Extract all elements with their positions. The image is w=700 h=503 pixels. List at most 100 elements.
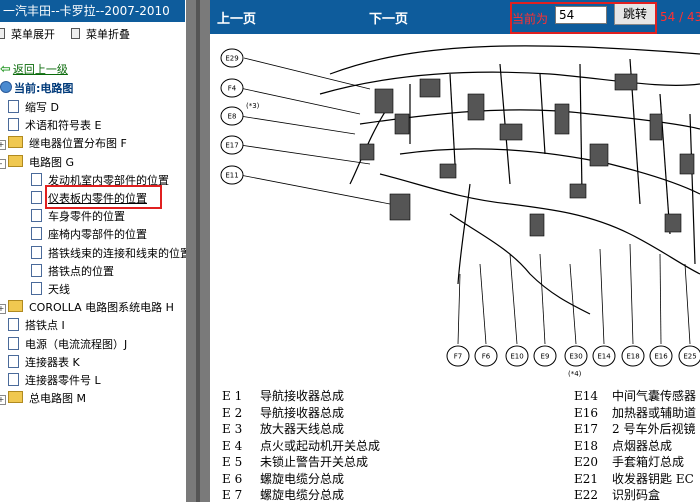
tree-item-label: 搭铁点 I bbox=[25, 319, 65, 333]
menu-collapse-label: 菜单折叠 bbox=[86, 28, 130, 41]
tree-item[interactable]: 车身零件的位置 bbox=[31, 208, 125, 226]
tree-item[interactable]: 连接器表 K bbox=[0, 354, 80, 372]
legend-text: 螺旋电缆分总成 bbox=[260, 471, 345, 486]
folder-icon bbox=[8, 136, 23, 149]
connector-legend: E 1 导航接收器总成 E 2 导航接收器总成 E 3 放大器天线总成 E 4 点火或起动机开… bbox=[210, 386, 700, 502]
legend-row: E21 收发器钥匙 EC bbox=[574, 471, 694, 487]
legend-row: E 2 导航接收器总成 bbox=[222, 405, 344, 421]
tree-item[interactable]: + 总电路图 M bbox=[0, 390, 86, 408]
legend-code: E20 bbox=[574, 455, 599, 469]
legend-text: 点烟器总成 bbox=[612, 438, 673, 453]
legend-text: 手套箱灯总成 bbox=[612, 455, 685, 469]
connector-callout-label: E11 bbox=[225, 172, 238, 180]
menu-bar: 菜单展开 菜单折叠 bbox=[0, 26, 186, 44]
document-icon bbox=[8, 100, 19, 113]
tree-item-label: 发动机室内零部件的位置 bbox=[48, 173, 169, 187]
prev-page-button[interactable]: 上一页 bbox=[217, 8, 256, 27]
back-link-label: 返回上一级 bbox=[12, 63, 68, 76]
tree-item[interactable]: 电源（电流流程图）J bbox=[0, 336, 127, 354]
connector-callout-label: F7 bbox=[454, 353, 462, 361]
menu-collapse-button[interactable]: 菜单折叠 bbox=[71, 26, 130, 44]
legend-text: 识别码盒 bbox=[612, 488, 661, 502]
tree-item-label: 连接器零件号 L bbox=[25, 374, 101, 387]
legend-code: E14 bbox=[574, 389, 599, 403]
document-icon bbox=[31, 172, 42, 186]
connector-callout-label: E14 bbox=[597, 353, 611, 361]
tree-item[interactable]: 发动机室内零部件的位置 bbox=[31, 172, 169, 190]
menu-expand-button[interactable]: 菜单展开 bbox=[0, 26, 55, 44]
connector-callout-label: E8 bbox=[228, 113, 237, 121]
tree-item-label: 连接器表 K bbox=[25, 355, 80, 369]
expand-icon[interactable]: + bbox=[0, 140, 6, 151]
legend-text: 螺旋电缆分总成 bbox=[260, 488, 345, 502]
connector-callout-label: E29 bbox=[225, 55, 238, 63]
collapse-icon[interactable]: - bbox=[0, 158, 6, 169]
page-number-input[interactable] bbox=[555, 6, 607, 24]
connector-callout-label: E16 bbox=[654, 353, 668, 361]
tree-item[interactable]: 搭铁线束的连接和线束的位置 bbox=[31, 245, 186, 263]
leader-lines bbox=[239, 57, 691, 345]
legend-text: 放大器天线总成 bbox=[260, 422, 345, 436]
jump-button[interactable]: 跳转 bbox=[614, 3, 656, 25]
tree-item[interactable]: 搭铁点 I bbox=[0, 317, 65, 335]
expand-icon[interactable]: + bbox=[0, 304, 6, 315]
legend-text: 导航接收器总成 bbox=[260, 405, 345, 420]
tree-item[interactable]: 连接器零件号 L bbox=[0, 372, 101, 390]
tree-item-label: 术语和符号表 E bbox=[25, 119, 102, 133]
tree-item[interactable]: + 继电器位置分布图 F bbox=[0, 135, 127, 153]
tree-item[interactable]: 仪表板内零件的位置 bbox=[31, 190, 147, 208]
tree-item[interactable]: 天线 bbox=[31, 281, 70, 299]
navigation-pane: 一汽丰田--卡罗拉--2007-2010 菜单展开 菜单折叠 ⇦ 返回上一级 当前… bbox=[0, 0, 186, 502]
connector-callout-label: E17 bbox=[225, 142, 238, 150]
document-icon bbox=[31, 282, 42, 295]
tree-item-label: 仪表板内零件的位置 bbox=[48, 192, 147, 205]
tree-item-label: 车身零件的位置 bbox=[48, 210, 125, 224]
back-arrow-icon: ⇦ bbox=[0, 62, 11, 77]
current-location: 当前:电路图 bbox=[0, 81, 73, 97]
tree-item[interactable]: - 电路图 G bbox=[0, 154, 74, 172]
legend-text: 导航接收器总成 bbox=[260, 389, 345, 403]
tree-item[interactable]: + COROLLA 电路图系统电路 H bbox=[0, 299, 174, 317]
tree-item-label: 座椅内零部件的位置 bbox=[48, 228, 147, 242]
left-connector-callouts: E29 F4 E8 E17 E11 bbox=[220, 48, 244, 185]
tree-item[interactable]: 缩写 D bbox=[0, 99, 59, 117]
tree-item-label: 继电器位置分布图 F bbox=[29, 137, 127, 151]
splitter-line bbox=[196, 0, 200, 502]
document-icon bbox=[8, 118, 19, 132]
note-3-label: (*3) bbox=[246, 102, 260, 110]
next-page-button[interactable]: 下一页 bbox=[369, 8, 408, 27]
expand-icon[interactable]: + bbox=[0, 395, 6, 406]
legend-row: E14 中间气囊传感器 bbox=[574, 388, 696, 404]
legend-row: E 6 螺旋电缆分总成 bbox=[222, 471, 344, 487]
connector-callout-label: E10 bbox=[510, 353, 523, 361]
connector-callout-label: E25 bbox=[683, 353, 696, 361]
legend-row: E 5 未锁止警告开关总成 bbox=[222, 454, 368, 470]
legend-row: E16 加热器或辅助道 bbox=[574, 405, 696, 421]
connector-callout-label: E30 bbox=[569, 353, 582, 361]
menu-collapse-icon bbox=[71, 28, 80, 39]
legend-code: E 4 bbox=[222, 438, 243, 453]
legend-row: E20 手套箱灯总成 bbox=[574, 454, 684, 470]
document-icon bbox=[31, 245, 42, 259]
tree-item-label: 天线 bbox=[48, 283, 70, 296]
legend-text: 点火或起动机开关总成 bbox=[260, 438, 381, 453]
connector-callout-label: F4 bbox=[228, 85, 237, 93]
folder-icon bbox=[8, 300, 23, 313]
legend-row: E 4 点火或起动机开关总成 bbox=[222, 438, 380, 454]
legend-code: E22 bbox=[574, 488, 599, 502]
note-4-label: (*4) bbox=[568, 370, 582, 378]
pane-splitter[interactable] bbox=[186, 0, 210, 502]
legend-code: E17 bbox=[574, 422, 599, 436]
back-link[interactable]: ⇦ 返回上一级 bbox=[0, 62, 68, 78]
legend-row: E17 2 号车外后视镜 bbox=[574, 421, 695, 437]
connector-callout-label: E18 bbox=[626, 353, 639, 361]
document-icon bbox=[8, 373, 19, 386]
menu-expand-icon bbox=[0, 28, 5, 39]
tree-item[interactable]: 搭铁点的位置 bbox=[31, 263, 114, 281]
tree-item[interactable]: 术语和符号表 E bbox=[0, 117, 101, 135]
tree-item[interactable]: 座椅内零部件的位置 bbox=[31, 226, 147, 244]
page-toolbar: 上一页 下一页 当前为 跳转 54 / 437 bbox=[210, 0, 700, 34]
page-label: 当前为 bbox=[512, 12, 549, 26]
menu-expand-label: 菜单展开 bbox=[11, 28, 55, 41]
legend-code: E18 bbox=[574, 438, 599, 453]
